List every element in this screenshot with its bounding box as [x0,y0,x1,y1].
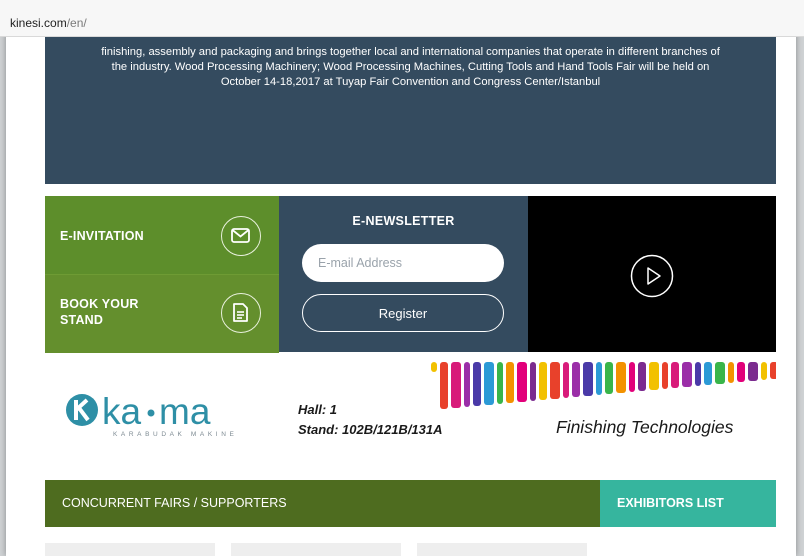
paint-drips-graphic [431,362,776,409]
footer-nav-bar: CONCURRENT FAIRS / SUPPORTERS EXHIBITORS… [45,480,776,527]
email-input[interactable] [302,244,504,282]
supporter-tile[interactable] [231,543,401,556]
supporter-tile[interactable] [45,543,215,556]
supporter-tile[interactable] [417,543,587,556]
action-grid: E-INVITATION BOOK YOUR STAND E-NEWSLETTE… [45,196,776,353]
web-page: finishing, assembly and packaging and br… [6,16,796,556]
book-stand-label: BOOK YOUR STAND [60,297,139,327]
play-icon[interactable] [630,254,674,298]
hall-label: Hall: 1 [298,402,338,417]
video-player[interactable] [528,196,776,352]
description-line: the industry. Wood Processing Machinery;… [111,61,710,73]
url-text[interactable]: kinesi.com/en/ [10,16,87,30]
sponsor-banner[interactable]: ka ma KARABUDAK MAKINE Hall: 1 Stand: 10… [45,362,776,462]
svg-text:KARABUDAK MAKINE: KARABUDAK MAKINE [113,431,237,438]
svg-text:ma: ma [159,392,211,432]
e-invitation-label: E-INVITATION [60,229,144,243]
address-bar[interactable]: kinesi.com/en/ [0,0,804,37]
fair-description-panel: finishing, assembly and packaging and br… [45,36,776,184]
svg-text:ka: ka [102,392,142,432]
tagline: Finishing Technologies [556,417,734,437]
document-icon [221,293,261,333]
newsletter-panel: E-NEWSLETTER Register [279,196,528,352]
stand-label: Stand: 102B/121B/131A [298,422,443,437]
e-invitation-button[interactable]: E-INVITATION [45,196,279,274]
fair-description-text: finishing, assembly and packaging and br… [65,45,756,90]
stand-info: Hall: 1 Stand: 102B/121B/131A [298,400,443,440]
register-button[interactable]: Register [302,294,504,332]
newsletter-title: E-NEWSLETTER [352,214,455,228]
kama-logo: ka ma KARABUDAK MAKINE [66,392,237,438]
envelope-icon [221,216,261,256]
supporter-tiles [45,543,776,556]
description-line: October 14-18,2017 at Tuyap Fair Convent… [220,76,601,88]
url-domain: kinesi.com [10,16,67,30]
description-line: finishing, assembly and packaging and br… [101,46,720,58]
book-stand-button[interactable]: BOOK YOUR STAND [45,274,279,353]
exhibitors-list-button[interactable]: EXHIBITORS LIST [600,480,776,527]
exhibitors-list-label: EXHIBITORS LIST [617,496,724,510]
concurrent-fairs-link[interactable]: CONCURRENT FAIRS / SUPPORTERS [62,496,287,510]
url-path: /en/ [66,16,87,30]
